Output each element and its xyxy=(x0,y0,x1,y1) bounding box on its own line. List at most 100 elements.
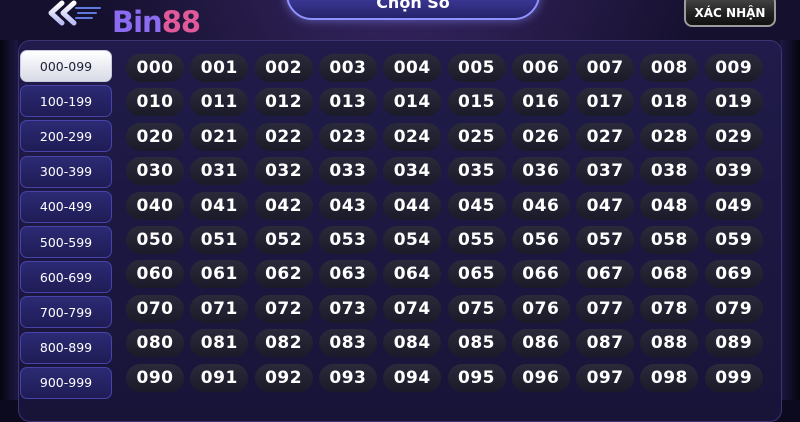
number-chip[interactable]: 079 xyxy=(704,294,763,323)
number-chip[interactable]: 039 xyxy=(704,157,763,186)
number-chip[interactable]: 069 xyxy=(704,260,763,289)
number-chip[interactable]: 057 xyxy=(576,226,635,254)
number-chip[interactable]: 092 xyxy=(254,363,313,392)
number-chip[interactable]: 028 xyxy=(640,122,699,151)
number-chip[interactable]: 053 xyxy=(318,226,377,254)
number-chip[interactable]: 072 xyxy=(254,294,313,323)
number-chip[interactable]: 042 xyxy=(254,191,313,220)
number-chip[interactable]: 004 xyxy=(383,54,442,82)
number-chip[interactable]: 097 xyxy=(576,363,635,392)
number-chip[interactable]: 091 xyxy=(190,363,249,392)
number-chip[interactable]: 015 xyxy=(447,88,506,117)
number-chip[interactable]: 098 xyxy=(640,363,699,392)
number-chip[interactable]: 080 xyxy=(126,329,184,358)
number-chip[interactable]: 086 xyxy=(511,329,570,358)
number-chip[interactable]: 002 xyxy=(254,54,313,82)
number-chip[interactable]: 075 xyxy=(447,294,506,323)
number-chip[interactable]: 000 xyxy=(126,54,184,82)
number-chip[interactable]: 035 xyxy=(447,157,506,186)
confirm-button[interactable]: XÁC NHẬN xyxy=(684,0,776,27)
number-chip[interactable]: 033 xyxy=(318,157,377,186)
number-chip[interactable]: 025 xyxy=(447,122,506,151)
number-chip[interactable]: 031 xyxy=(190,157,249,186)
number-chip[interactable]: 001 xyxy=(190,54,249,82)
number-chip[interactable]: 021 xyxy=(190,122,249,151)
number-chip[interactable]: 071 xyxy=(190,294,249,323)
number-chip[interactable]: 095 xyxy=(447,363,506,392)
number-chip[interactable]: 027 xyxy=(576,122,635,151)
number-chip[interactable]: 082 xyxy=(254,329,313,358)
number-chip[interactable]: 048 xyxy=(640,191,699,220)
number-chip[interactable]: 064 xyxy=(383,260,442,289)
number-chip[interactable]: 009 xyxy=(704,54,763,82)
number-chip[interactable]: 041 xyxy=(190,191,249,220)
number-chip[interactable]: 088 xyxy=(640,329,699,358)
number-chip[interactable]: 074 xyxy=(383,294,442,323)
range-tab[interactable]: 600-699 xyxy=(20,261,112,294)
number-chip[interactable]: 012 xyxy=(254,88,313,117)
number-chip[interactable]: 067 xyxy=(576,260,635,289)
number-chip[interactable]: 007 xyxy=(576,54,635,82)
back-button[interactable] xyxy=(46,0,102,30)
number-chip[interactable]: 006 xyxy=(511,54,570,82)
number-chip[interactable]: 005 xyxy=(447,54,506,82)
number-chip[interactable]: 017 xyxy=(576,88,635,117)
number-chip[interactable]: 024 xyxy=(383,122,442,151)
number-chip[interactable]: 047 xyxy=(576,191,635,220)
number-chip[interactable]: 022 xyxy=(254,122,313,151)
number-chip[interactable]: 023 xyxy=(318,122,377,151)
range-tab[interactable]: 900-999 xyxy=(20,366,112,399)
number-chip[interactable]: 045 xyxy=(447,191,506,220)
number-chip[interactable]: 016 xyxy=(511,88,570,117)
number-chip[interactable]: 056 xyxy=(511,226,570,254)
number-chip[interactable]: 010 xyxy=(126,88,184,117)
number-chip[interactable]: 099 xyxy=(704,363,763,392)
number-chip[interactable]: 073 xyxy=(318,294,377,323)
number-chip[interactable]: 050 xyxy=(126,226,184,254)
number-chip[interactable]: 061 xyxy=(190,260,249,289)
range-tab[interactable]: 400-499 xyxy=(20,190,112,223)
number-chip[interactable]: 070 xyxy=(126,294,184,323)
number-chip[interactable]: 083 xyxy=(318,329,377,358)
number-chip[interactable]: 019 xyxy=(704,88,763,117)
number-chip[interactable]: 038 xyxy=(640,157,699,186)
number-chip[interactable]: 046 xyxy=(511,191,570,220)
number-chip[interactable]: 084 xyxy=(383,329,442,358)
number-chip[interactable]: 059 xyxy=(704,226,763,254)
number-chip[interactable]: 043 xyxy=(318,191,377,220)
number-chip[interactable]: 062 xyxy=(254,260,313,289)
number-chip[interactable]: 066 xyxy=(511,260,570,289)
number-chip[interactable]: 018 xyxy=(640,88,699,117)
number-chip[interactable]: 037 xyxy=(576,157,635,186)
number-chip[interactable]: 058 xyxy=(640,226,699,254)
number-chip[interactable]: 065 xyxy=(447,260,506,289)
number-chip[interactable]: 044 xyxy=(383,191,442,220)
number-chip[interactable]: 068 xyxy=(640,260,699,289)
number-chip[interactable]: 096 xyxy=(511,363,570,392)
number-chip[interactable]: 052 xyxy=(254,226,313,254)
number-chip[interactable]: 085 xyxy=(447,329,506,358)
number-chip[interactable]: 011 xyxy=(190,88,249,117)
range-tab[interactable]: 800-899 xyxy=(20,331,112,364)
number-chip[interactable]: 051 xyxy=(190,226,249,254)
number-chip[interactable]: 036 xyxy=(511,157,570,186)
number-chip[interactable]: 008 xyxy=(640,54,699,82)
number-chip[interactable]: 034 xyxy=(383,157,442,186)
range-tab[interactable]: 300-399 xyxy=(20,155,112,188)
range-tab[interactable]: 700-799 xyxy=(20,296,112,329)
number-chip[interactable]: 055 xyxy=(447,226,506,254)
number-chip[interactable]: 077 xyxy=(576,294,635,323)
number-chip[interactable]: 032 xyxy=(254,157,313,186)
number-chip[interactable]: 020 xyxy=(126,122,184,151)
number-chip[interactable]: 026 xyxy=(511,122,570,151)
number-chip[interactable]: 003 xyxy=(318,54,377,82)
number-chip[interactable]: 090 xyxy=(126,363,184,392)
number-chip[interactable]: 013 xyxy=(318,88,377,117)
number-chip[interactable]: 014 xyxy=(383,88,442,117)
number-chip[interactable]: 076 xyxy=(511,294,570,323)
range-tab[interactable]: 000-099 xyxy=(20,50,112,82)
number-chip[interactable]: 087 xyxy=(576,329,635,358)
number-chip[interactable]: 030 xyxy=(126,157,184,186)
number-chip[interactable]: 060 xyxy=(126,260,184,289)
number-chip[interactable]: 063 xyxy=(318,260,377,289)
